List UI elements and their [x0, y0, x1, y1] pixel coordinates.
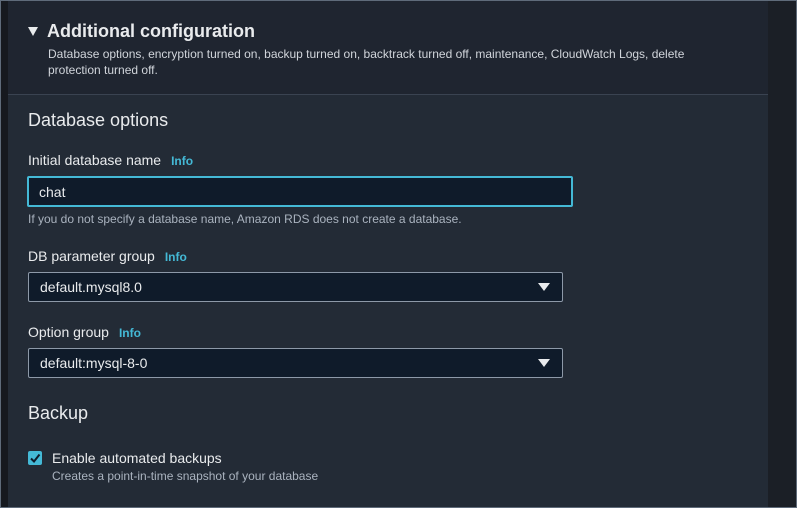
db-parameter-group-info-link[interactable]: Info [165, 250, 187, 264]
option-group-label-row: Option group Info [28, 324, 141, 340]
initial-db-name-hint: If you do not specify a database name, A… [28, 212, 462, 226]
initial-db-name-label: Initial database name [28, 152, 162, 168]
initial-db-name-info-link[interactable]: Info [171, 154, 193, 168]
initial-db-name-input[interactable] [27, 176, 573, 207]
caret-down-icon [28, 27, 38, 36]
option-group-info-link[interactable]: Info [119, 326, 141, 340]
backup-title: Backup [28, 403, 89, 423]
db-parameter-group-value: default.mysql8.0 [40, 279, 142, 295]
db-parameter-group-label: DB parameter group [28, 248, 155, 264]
section-header-description: Database options, encryption turned on, … [48, 47, 685, 77]
database-options-title: Database options [28, 110, 169, 130]
db-parameter-group-label-row: DB parameter group Info [28, 248, 187, 264]
dropdown-caret-icon [538, 283, 550, 291]
option-group-label: Option group [28, 324, 109, 340]
expand-toggle[interactable]: Additional configuration [28, 21, 255, 42]
initial-db-name-label-row: Initial database name Info [28, 152, 193, 168]
option-group-select[interactable]: default:mysql-8-0 [28, 348, 563, 378]
additional-configuration-header: Additional configuration Database option… [8, 1, 768, 95]
enable-automated-backups-label[interactable]: Enable automated backups [52, 450, 222, 466]
db-parameter-group-select[interactable]: default.mysql8.0 [28, 272, 563, 302]
section-header-title: Additional configuration [47, 21, 255, 41]
enable-automated-backups-description: Creates a point-in-time snapshot of your… [52, 469, 319, 483]
option-group-value: default:mysql-8-0 [40, 355, 148, 371]
enable-automated-backups-checkbox[interactable] [28, 451, 42, 465]
right-gutter [768, 1, 796, 507]
dropdown-caret-icon [538, 359, 550, 367]
checkmark-icon [30, 453, 41, 464]
